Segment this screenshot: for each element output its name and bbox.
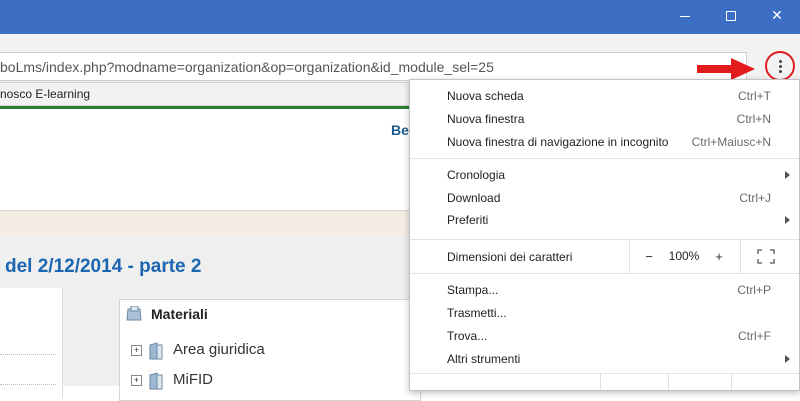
left-panel bbox=[0, 288, 63, 398]
menu-item-shortcut: Ctrl+F bbox=[738, 329, 771, 343]
tree-item-area-giuridica[interactable]: + Area giuridica bbox=[120, 338, 420, 364]
menu-item-label: Trova... bbox=[447, 329, 488, 343]
zoom-controls: − 100% + bbox=[629, 240, 741, 273]
menu-item-more-tools[interactable]: Altri strumenti bbox=[410, 348, 799, 371]
minimize-icon bbox=[680, 15, 690, 17]
fullscreen-icon[interactable] bbox=[757, 249, 775, 264]
menu-item-label: Preferiti bbox=[447, 213, 489, 227]
menu-item-shortcut: Ctrl+T bbox=[738, 89, 771, 103]
submenu-arrow-icon bbox=[785, 216, 790, 224]
menu-item-history[interactable]: Cronologia bbox=[410, 164, 799, 187]
materials-title: Materiali bbox=[151, 306, 208, 322]
menu-edit-row bbox=[410, 373, 799, 390]
zoom-out-button[interactable]: − bbox=[642, 249, 656, 264]
menu-zoom-row: Dimensioni dei caratteri − 100% + bbox=[410, 240, 799, 273]
menu-item-downloads[interactable]: Download Ctrl+J bbox=[410, 187, 799, 210]
menu-item-label: Altri strumenti bbox=[447, 352, 521, 366]
chrome-menu-button[interactable] bbox=[765, 51, 795, 81]
folder-icon bbox=[149, 372, 163, 390]
submenu-arrow-icon bbox=[785, 171, 790, 179]
page-title: del 2/12/2014 - parte 2 bbox=[5, 256, 202, 277]
maximize-icon bbox=[726, 11, 736, 22]
menu-item-label: Nuova finestra di navigazione in incogni… bbox=[447, 135, 669, 149]
materials-icon bbox=[126, 306, 142, 321]
menu-item-label: Cronologia bbox=[447, 168, 506, 182]
menu-item-label: Trasmetti... bbox=[447, 306, 507, 320]
red-arrow-icon bbox=[697, 58, 755, 80]
menu-item-cast[interactable]: Trasmetti... bbox=[410, 302, 799, 325]
address-bar[interactable]: boLms/index.php?modname=organization&op=… bbox=[0, 52, 747, 81]
menu-item-label: Nuova finestra bbox=[447, 112, 525, 126]
menu-item-print[interactable]: Stampa... Ctrl+P bbox=[410, 279, 799, 302]
menu-item-new-tab[interactable]: Nuova scheda Ctrl+T bbox=[410, 85, 799, 108]
minimize-button[interactable] bbox=[662, 0, 708, 30]
title-bar: ✕ bbox=[0, 0, 800, 34]
menu-item-label: Download bbox=[447, 191, 501, 205]
maximize-button[interactable] bbox=[708, 0, 754, 30]
menu-item-label: Nuova scheda bbox=[447, 89, 524, 103]
submenu-arrow-icon bbox=[785, 355, 790, 363]
menu-item-shortcut: Ctrl+Maiusc+N bbox=[691, 135, 771, 149]
menu-item-new-window[interactable]: Nuova finestra Ctrl+N bbox=[410, 108, 799, 131]
zoom-label: Dimensioni dei caratteri bbox=[447, 250, 573, 264]
bookmark-item[interactable]: nosco E-learning bbox=[0, 87, 90, 101]
menu-item-shortcut: Ctrl+P bbox=[737, 283, 771, 297]
tree-item-mifid[interactable]: + MiFID bbox=[120, 368, 420, 394]
browser-toolbar: boLms/index.php?modname=organization&op=… bbox=[0, 34, 800, 83]
zoom-in-button[interactable]: + bbox=[712, 249, 726, 264]
menu-item-shortcut: Ctrl+J bbox=[739, 191, 771, 205]
menu-separator bbox=[410, 158, 799, 159]
close-button[interactable]: ✕ bbox=[754, 0, 800, 30]
materials-header: Materiali bbox=[120, 300, 420, 328]
menu-item-bookmarks[interactable]: Preferiti bbox=[410, 209, 799, 232]
address-url: boLms/index.php?modname=organization&op=… bbox=[0, 59, 494, 75]
zoom-level: 100% bbox=[668, 249, 700, 263]
folder-icon bbox=[149, 342, 163, 360]
expand-icon[interactable]: + bbox=[131, 345, 142, 356]
expand-icon[interactable]: + bbox=[131, 375, 142, 386]
chrome-menu: Nuova scheda Ctrl+T Nuova finestra Ctrl+… bbox=[409, 79, 800, 391]
tree-item-label: Area giuridica bbox=[173, 341, 265, 358]
tree-item-label: MiFID bbox=[173, 371, 213, 388]
menu-item-shortcut: Ctrl+N bbox=[736, 112, 771, 126]
menu-item-find[interactable]: Trova... Ctrl+F bbox=[410, 325, 799, 348]
menu-item-label: Stampa... bbox=[447, 283, 499, 297]
close-icon: ✕ bbox=[771, 7, 783, 23]
header-text: Be bbox=[391, 122, 409, 138]
menu-separator bbox=[410, 273, 799, 274]
menu-item-incognito[interactable]: Nuova finestra di navigazione in incogni… bbox=[410, 131, 799, 154]
